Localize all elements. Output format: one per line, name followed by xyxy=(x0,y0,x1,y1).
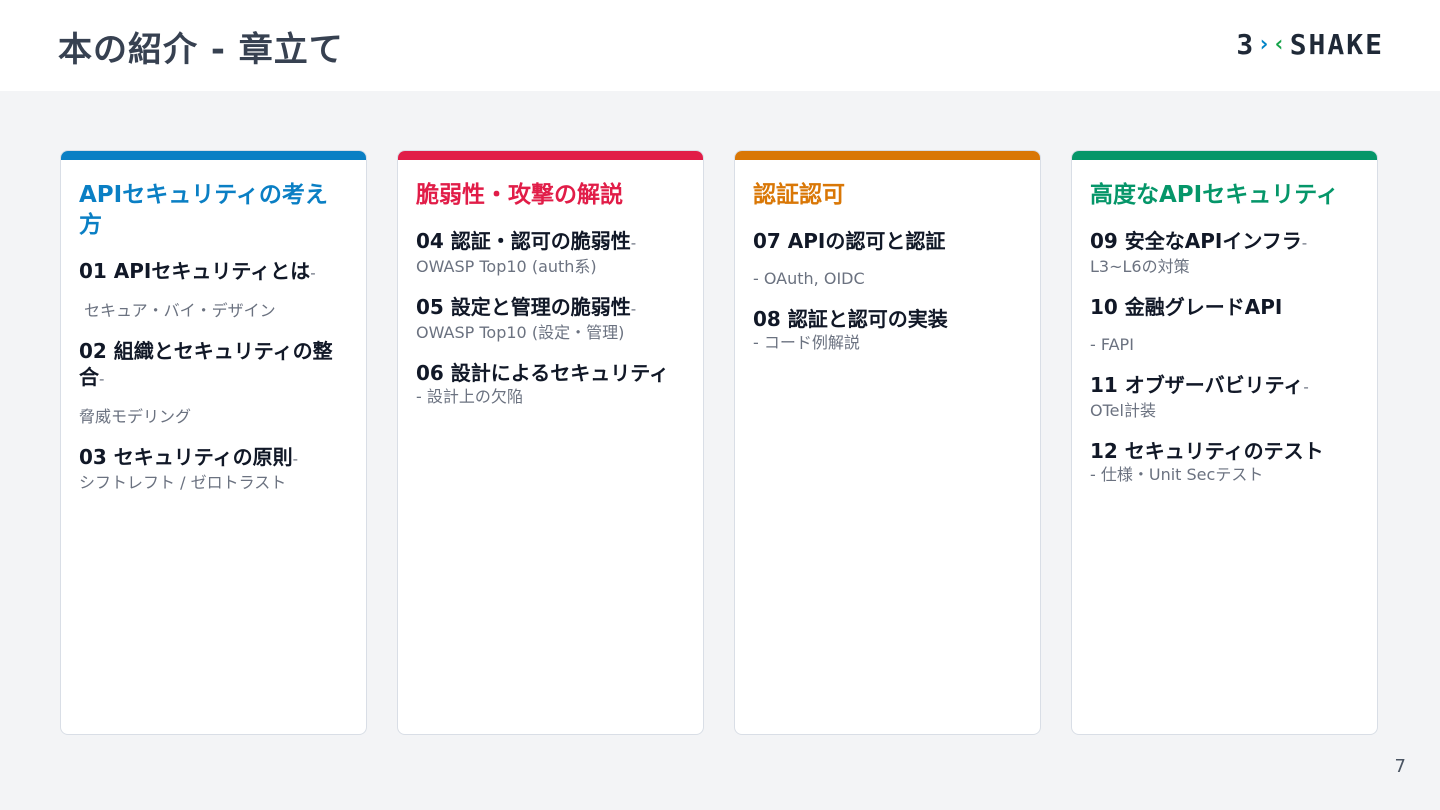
chapter-subtitle: - コード例解説 xyxy=(753,333,860,352)
column-vulnerabilities: 脆弱性・攻撃の解説 04 認証・認可の脆弱性- OWASP Top10 (aut… xyxy=(397,150,704,735)
column-accent-bar xyxy=(1072,151,1377,160)
chapter-dash: - xyxy=(310,264,316,282)
chapter-title: 04 認証・認可の脆弱性 xyxy=(416,229,631,253)
chapter-subtitle: - 設計上の欠陥 xyxy=(416,387,523,406)
logo-left-text: 3 xyxy=(1236,28,1256,61)
logo-right-text: SHAKE xyxy=(1289,28,1384,61)
chapter-item: 03 セキュリティの原則- シフトレフト / ゼロトラスト xyxy=(79,444,348,494)
chapter-dash: - xyxy=(630,300,637,318)
chapter-title: 07 APIの認可と認証 xyxy=(753,229,946,253)
column-title: APIセキュリティの考え方 xyxy=(79,182,328,238)
chapter-subtitle: L3~L6の対策 xyxy=(1090,257,1190,276)
chapter-item: 08 認証と認可の実装 - コード例解説 xyxy=(753,306,1022,354)
chapter-title: 08 認証と認可の実装 xyxy=(753,307,948,331)
chapter-subtitle: - 仕様・Unit Secテスト xyxy=(1090,465,1264,484)
chapter-title: 12 セキュリティのテスト xyxy=(1090,439,1324,463)
column-accent-bar xyxy=(398,151,703,160)
chapter-subtitle: シフトレフト / ゼロトラスト xyxy=(79,473,287,492)
chapter-item: 11 オブザーバビリティ- OTel計装 xyxy=(1090,372,1359,422)
chapter-title: 01 APIセキュリティとは xyxy=(79,259,311,283)
chapter-dash: - xyxy=(99,370,105,388)
logo-chevron-icon: ›‹ xyxy=(1257,32,1288,57)
chapter-title: 03 セキュリティの原則 xyxy=(79,445,293,469)
chapter-dash: - xyxy=(630,234,637,252)
chapter-item: 01 APIセキュリティとは- セキュア・バイ・デザイン xyxy=(79,258,348,322)
chapter-item: 07 APIの認可と認証 - OAuth, OIDC xyxy=(753,228,1022,290)
chapter-columns: APIセキュリティの考え方 01 APIセキュリティとは- セキュア・バイ・デザ… xyxy=(60,150,1378,735)
chapter-dash: - xyxy=(1303,378,1309,396)
chapter-subtitle: OTel計装 xyxy=(1090,401,1156,420)
column-advanced-api-security: 高度なAPIセキュリティ 09 安全なAPIインフラ- L3~L6の対策 10 … xyxy=(1071,150,1378,735)
company-logo: 3 ›‹ SHAKE xyxy=(1236,28,1384,61)
chapter-title: 09 安全なAPIインフラ xyxy=(1090,229,1302,253)
chapter-item: 02 組織とセキュリティの整合- 脅威モデリング xyxy=(79,338,348,428)
chapter-subtitle: - FAPI xyxy=(1090,335,1134,354)
chapter-title: 11 オブザーバビリティ xyxy=(1090,373,1304,397)
column-title: 脆弱性・攻撃の解説 xyxy=(416,182,623,208)
chapter-title: 02 組織とセキュリティの整合 xyxy=(79,339,333,389)
chapter-title: 10 金融グレードAPI xyxy=(1090,295,1283,319)
column-title: 認証認可 xyxy=(753,182,845,208)
chapter-dash: - xyxy=(292,450,299,468)
chapter-item: 04 認証・認可の脆弱性- OWASP Top10 (auth系) xyxy=(416,228,685,278)
chapter-title: 06 設計によるセキュリティ xyxy=(416,361,669,385)
slide-title: 本の紹介 - 章立て xyxy=(58,30,344,70)
chapter-item: 06 設計によるセキュリティ - 設計上の欠陥 xyxy=(416,360,685,408)
column-accent-bar xyxy=(735,151,1040,160)
chapter-subtitle: OWASP Top10 (設定・管理) xyxy=(416,323,625,342)
chapter-title: 05 設定と管理の脆弱性 xyxy=(416,295,631,319)
chapter-subtitle: - OAuth, OIDC xyxy=(753,269,865,288)
chapter-item: 12 セキュリティのテスト - 仕様・Unit Secテスト xyxy=(1090,438,1359,486)
slide-header: 本の紹介 - 章立て 3 ›‹ SHAKE xyxy=(0,0,1440,91)
page-number: 7 xyxy=(1394,756,1406,777)
chapter-item: 10 金融グレードAPI - FAPI xyxy=(1090,294,1359,356)
chapter-dash: - xyxy=(1301,234,1308,252)
chapter-subtitle: セキュア・バイ・デザイン xyxy=(84,301,276,320)
chapter-item: 09 安全なAPIインフラ- L3~L6の対策 xyxy=(1090,228,1359,278)
chapter-subtitle: 脅威モデリング xyxy=(79,407,192,426)
column-authn-authz: 認証認可 07 APIの認可と認証 - OAuth, OIDC 08 認証と認可… xyxy=(734,150,1041,735)
chapter-subtitle: OWASP Top10 (auth系) xyxy=(416,257,597,276)
chapter-item: 05 設定と管理の脆弱性- OWASP Top10 (設定・管理) xyxy=(416,294,685,344)
column-accent-bar xyxy=(61,151,366,160)
column-api-security-concepts: APIセキュリティの考え方 01 APIセキュリティとは- セキュア・バイ・デザ… xyxy=(60,150,367,735)
column-title: 高度なAPIセキュリティ xyxy=(1090,182,1339,208)
